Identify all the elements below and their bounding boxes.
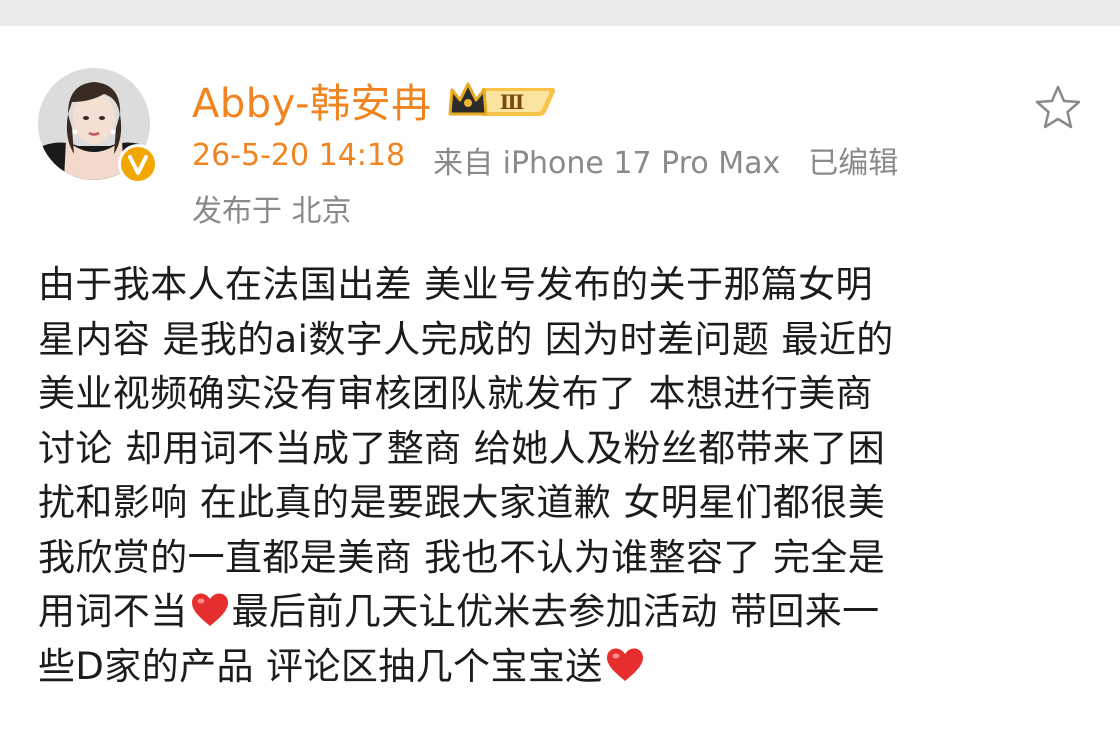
crown-vip-badge-icon[interactable]: Ⅲ: [446, 76, 558, 124]
post-source: 来自 iPhone 17 Pro Max: [433, 146, 781, 181]
edited-label[interactable]: 已编辑: [808, 138, 898, 182]
top-divider-bar: [0, 0, 1120, 26]
post-text-line: 用词不当 最后前几天让优米去参加活动 带回来一: [38, 585, 1088, 640]
vip-level-text: Ⅲ: [499, 90, 523, 114]
post-text-line: 星内容 是我的ai数字人完成的 因为时差问题 最近的: [38, 317, 894, 361]
post-text-segment: 些D家的产品 评论区抽几个宝宝送: [38, 644, 603, 688]
red-heart-icon: [191, 593, 228, 626]
post-text-line: 扰和影响 在此真的是要跟大家道歉 女明星们都很美: [38, 481, 886, 524]
red-heart-icon: [606, 648, 643, 681]
post-text-segment: 最后前几天让优米去参加活动 带回来一: [231, 590, 880, 633]
post-text-line: 我欣赏的一直都是美商 我也不认为谁整容了 完全是: [38, 535, 886, 579]
star-outline-icon: [1035, 85, 1081, 129]
post-text: 由于我本人在法国出差 美业号发布的关于那篇女明 星内容 是我的ai数字人完成的 …: [38, 258, 1088, 694]
post-timestamp[interactable]: 26-5-20 14:18: [192, 138, 405, 182]
post-text-line: 讨论 却用词不当成了整商 给她人及粉丝都带来了困: [38, 426, 886, 470]
favorite-star-button[interactable]: [1032, 82, 1084, 134]
author-name-link[interactable]: Abby-韩安冉: [192, 71, 432, 129]
author-name-row: Abby-韩安冉 Ⅲ: [192, 72, 558, 128]
post-meta: 26-5-20 14:18 来自 iPhone 17 Pro Max 已编辑: [192, 138, 898, 182]
post-location: 发布于 北京: [192, 194, 352, 229]
author-avatar[interactable]: [38, 68, 158, 186]
post-text-line: 美业视频确实没有审核团队就发布了 本想进行美商: [38, 372, 873, 415]
post-text-line: 由于我本人在法国出差 美业号发布的关于那篇女明: [38, 263, 873, 306]
post-text-segment: 用词不当: [38, 590, 188, 633]
weibo-post-card: Abby-韩安冉 Ⅲ 26-5-20 14:18 来自 iPhone 17 Pr…: [0, 26, 1120, 750]
post-text-line: 些D家的产品 评论区抽几个宝宝送: [38, 640, 1088, 695]
verified-v-icon: [118, 144, 158, 184]
